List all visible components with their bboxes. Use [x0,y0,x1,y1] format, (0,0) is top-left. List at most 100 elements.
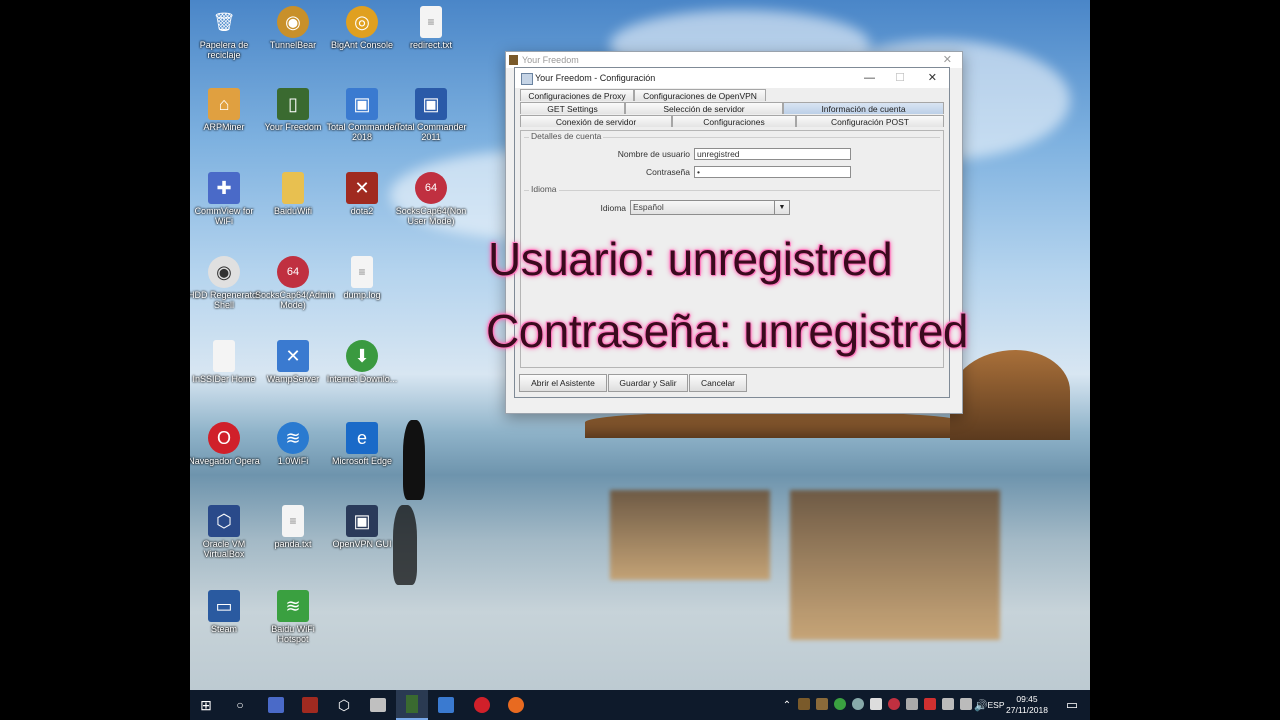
desktop-icon-label: BaiduWifi [273,206,312,216]
taskbar: ⊞ ○ ⬡ ⌃ 🔊 ESP 09:45 27/11/2018 ▭ [190,690,1090,720]
tab-server-selection[interactable]: Selección de servidor [625,102,783,114]
tray-your-freedom-icon[interactable] [798,698,810,710]
desktop-icon-label: Papelera de reciclaje [199,40,249,60]
username-input[interactable]: unregistred [694,148,851,160]
desktop-icon-wifi[interactable]: ≋ 1.0WiFi [255,422,331,466]
bear-icon: ◉ [277,6,309,38]
desktop-icon-redirect-txt[interactable]: ≡ redirect.txt [393,6,469,50]
tab-row-2: GET Settings Selección de servidor Infor… [520,102,944,114]
desktop-icon-total-commander-2011[interactable]: ▣ Total Commander 2011 [393,88,469,142]
tray-chevron-up-icon[interactable]: ⌃ [780,690,794,720]
tray-network-status-icon[interactable] [960,698,972,710]
desktop-icon-virtualbox[interactable]: ⬡ Oracle VM VirtualBox [190,505,262,559]
taskbar-clock[interactable]: 09:45 27/11/2018 [1002,694,1052,716]
desktop-icon-label: CommView for WiFi [194,206,254,226]
desktop-icon-idm[interactable]: ⬇ Internet Downlo... [324,340,400,384]
desktop-icon-panda-txt[interactable]: ≡ panda.txt [255,505,331,549]
opera-icon: O [208,422,240,454]
taskbar-your-freedom-icon[interactable] [396,690,428,720]
password-input[interactable]: • [694,166,851,178]
username-label: Nombre de usuario [617,149,690,159]
desktop-icon-dump-log[interactable]: ≡ dump.log [324,256,400,300]
cancel-button[interactable]: Cancelar [689,374,747,392]
desktop-icon-steam[interactable]: ▭ Steam [190,590,262,634]
desktop-icon-tunnelbear[interactable]: ◉ TunnelBear [255,6,331,50]
tray-app-icon[interactable] [816,698,828,710]
desktop-icon-sockscap-non-user[interactable]: 64 SocksCap64(Non User Mode) [393,172,469,226]
desktop-icon-label: 1.0WiFi [277,456,309,466]
taskbar-app-icon[interactable] [362,690,394,720]
folder-icon [282,172,304,204]
desktop-icon-your-freedom[interactable]: ▯ Your Freedom [255,88,331,132]
desktop-icon-wampserver[interactable]: ✕ WampServer [255,340,331,384]
tray-sockscap-icon[interactable] [888,698,900,710]
windows-start-icon[interactable]: ⊞ [190,690,222,720]
taskbar-dota-icon[interactable] [294,690,326,720]
wallpaper-reflection [790,490,1000,640]
action-center-icon[interactable]: ▭ [1056,690,1088,720]
desktop-icon-bigant[interactable]: ◎ BigAnt Console [324,6,400,50]
desktop-icon-baidu-hotspot[interactable]: ≋ Baidu WiFi Hotspot [255,590,331,644]
tray-sc-icon[interactable] [870,698,882,710]
taskbar-total-commander-icon[interactable] [430,690,462,720]
desktop-icon-hdd-regenerator[interactable]: ◉ HDD Regenerator Shell [190,256,262,310]
tray-network-icon[interactable] [852,698,864,710]
tray-security-icon[interactable] [924,698,936,710]
taskbar-commview-icon[interactable] [260,690,292,720]
commview-icon: ✚ [208,172,240,204]
save-and-exit-button[interactable]: Guardar y Salir [608,374,688,392]
cortana-search-icon[interactable]: ○ [224,690,256,720]
desktop-icon-label: Internet Downlo... [326,374,398,384]
desktop-icon-opera[interactable]: O Navegador Opera [190,422,262,466]
desktop-icon-dota2[interactable]: ✕ dota2 [324,172,400,216]
maximize-icon[interactable]: ☐ [895,68,905,88]
desktop-icon-edge[interactable]: e Microsoft Edge [324,422,400,466]
chevron-down-icon[interactable]: ▼ [774,201,789,214]
taskbar-virtualbox-icon[interactable]: ⬡ [328,690,360,720]
desktop-icon-openvpn[interactable]: ▣ OpenVPN GUI [324,505,400,549]
desktop-icon-label: InSSIDer Home [192,374,256,384]
your-freedom-app-icon [509,55,518,65]
recycle-bin-icon: 🗑 [212,11,236,32]
tab-openvpn-settings[interactable]: Configuraciones de OpenVPN [634,89,766,101]
tray-device-icon[interactable] [906,698,918,710]
language-select[interactable]: Español ▼ [630,200,790,215]
desktop-icon-label: TunnelBear [269,40,317,50]
tab-server-connection[interactable]: Conexión de servidor [520,115,672,127]
tab-proxy-settings[interactable]: Configuraciones de Proxy [520,89,634,101]
text-file-icon: ≡ [282,505,304,537]
tray-wifi-icon[interactable] [942,698,954,710]
language-group-title: Idioma [529,184,559,194]
taskbar-firefox-icon[interactable] [500,690,532,720]
tray-wifi-hotspot-icon[interactable] [834,698,846,710]
close-icon[interactable]: ✕ [928,68,937,88]
minimize-icon[interactable]: — [864,68,875,88]
desktop-icon-label: OpenVPN GUI [332,539,392,549]
desktop-icon-label: HDD Regenerator Shell [190,290,261,310]
close-icon[interactable]: ✕ [943,52,952,68]
tab-get-settings[interactable]: GET Settings [520,102,625,114]
clock-time: 09:45 [1016,694,1038,704]
clock-date: 27/11/2018 [1006,705,1048,715]
tab-row-3: Conexión de servidor Configuraciones Con… [520,115,944,127]
open-wizard-button[interactable]: Abrir el Asistente [519,374,607,392]
desktop-icon-inssider[interactable]: InSSIDer Home [190,340,262,384]
desktop-icon-sockscap-admin[interactable]: 64 SocksCap64(Admin Mode) [255,256,335,310]
password-label: Contraseña [646,167,690,177]
account-details-title: Detalles de cuenta [529,131,604,141]
config-window-titlebar[interactable]: Your Freedom - Configuración — ☐ ✕ [515,68,949,88]
tab-post-settings[interactable]: Configuración POST [796,115,944,127]
tab-settings[interactable]: Configuraciones [672,115,796,127]
back-window-titlebar[interactable]: Your Freedom ✕ [506,52,962,68]
desktop-icon-baiduwifi[interactable]: BaiduWifi [255,172,331,216]
steam-icon: ▭ [208,590,240,622]
desktop-icon-recycle-bin[interactable]: 🗑 Papelera de reciclaje [190,6,262,61]
desktop-icon-label: dota2 [350,206,374,216]
desktop-icon-total-commander-2018[interactable]: ▣ Total Commander 2018 [324,88,400,142]
tab-account-info[interactable]: Información de cuenta [783,102,944,114]
desktop-icon-label: SocksCap64(Admin Mode) [255,290,335,310]
desktop-icon-commview[interactable]: ✚ CommView for WiFi [190,172,262,226]
desktop-icon-label: Total Commander 2011 [395,122,467,142]
desktop-icon-arpminer[interactable]: ⌂ ARPMiner [190,88,262,132]
taskbar-opera-icon[interactable] [466,690,498,720]
